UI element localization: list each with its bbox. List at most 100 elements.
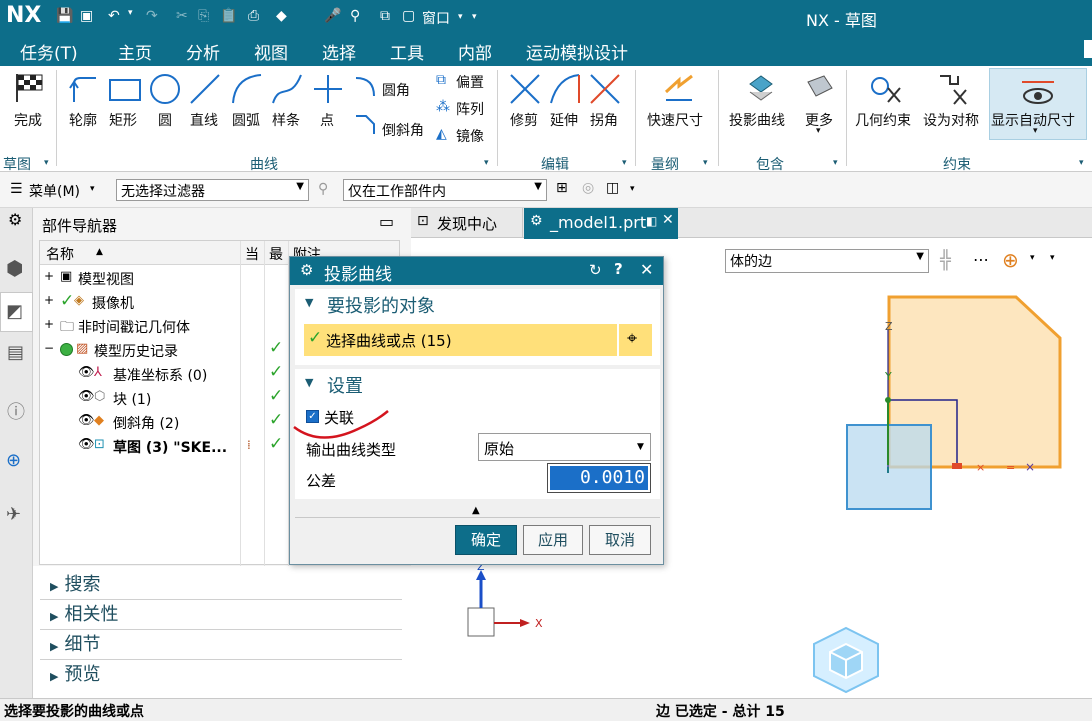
select-body-icon[interactable]: ◎ (582, 180, 594, 196)
tab-motion-simulation[interactable]: 运动模拟设计 (526, 39, 628, 64)
tab-view[interactable]: 视图 (254, 39, 288, 64)
info-icon[interactable]: ⓘ (7, 398, 25, 424)
tab-analysis[interactable]: 分析 (186, 39, 220, 64)
toolbar-options-icon[interactable]: ▾ (1050, 253, 1055, 263)
corner-icon[interactable] (588, 72, 622, 110)
project-curve-icon[interactable] (744, 72, 778, 110)
section-preview[interactable]: ▶ 预览 (40, 660, 402, 690)
point-dialog-button[interactable]: ⌖ (619, 324, 652, 356)
section-settings-header[interactable]: ▼ 设置 (295, 369, 660, 399)
selection-filter-combo[interactable]: 无选择过滤器 ▼ (116, 179, 309, 201)
group-curve-dropdown-icon[interactable]: ▾ (484, 158, 489, 168)
tab-model1-prt[interactable]: ⚙ _model1.prt ◧ ✕ (524, 208, 678, 239)
ribbon-collapse-icon[interactable] (1084, 40, 1092, 58)
rectangle-button[interactable]: 矩形 (109, 110, 137, 130)
collapse-more-icon[interactable]: ▲ (472, 505, 480, 516)
output-type-select[interactable]: 原始 ▼ (478, 433, 651, 461)
rectangle-icon[interactable] (108, 76, 142, 108)
expand-icon[interactable]: + (44, 317, 54, 331)
line-icon[interactable] (188, 72, 222, 110)
circle-icon[interactable] (148, 72, 182, 110)
section-details[interactable]: ▶ 细节 (40, 630, 402, 660)
column-current[interactable]: 当 (245, 244, 259, 264)
select-edge-dropdown-icon[interactable]: ▾ (630, 184, 635, 194)
collapse-icon[interactable]: − (44, 341, 54, 355)
web-browser-icon[interactable]: ⊕ (6, 450, 21, 471)
section-search[interactable]: ▶ 搜索 (40, 570, 402, 600)
layer-icon[interactable]: ◆ (276, 8, 287, 24)
circle-button[interactable]: 圆 (158, 110, 172, 130)
roles-icon[interactable]: ✈ (6, 504, 21, 525)
command-finder-icon[interactable]: ⚲ (350, 8, 360, 24)
help-icon[interactable]: ? (614, 260, 623, 278)
project-curve-button[interactable]: 投影曲线 (729, 110, 785, 130)
point-button[interactable]: 点 (320, 110, 334, 130)
tolerance-input[interactable]: 0.0010 (547, 463, 651, 493)
offset-button[interactable]: 偏置 (456, 72, 484, 92)
undo-icon[interactable]: ↶ (108, 8, 120, 24)
save-all-icon[interactable]: ▣ (80, 8, 93, 24)
geometric-constraint-icon[interactable] (868, 72, 904, 110)
window-icon[interactable]: ▢ (402, 8, 415, 24)
snap-dropdown-icon[interactable]: ▾ (1030, 253, 1035, 263)
section-objects-header[interactable]: ▼ 要投影的对象 (295, 289, 660, 319)
menu-icon[interactable]: ☰ (10, 181, 23, 197)
visibility-eye-icon[interactable]: 👁 (78, 365, 95, 380)
array-button[interactable]: 阵列 (456, 99, 484, 119)
tab-discovery-center[interactable]: ⊡ 发现中心 (411, 208, 523, 238)
more-options-icon[interactable]: ⋯ (973, 250, 989, 269)
finish-button[interactable]: 完成 (14, 110, 42, 130)
settings-gear-icon[interactable]: ⚙ (8, 210, 22, 229)
group-edit-dropdown-icon[interactable]: ▾ (622, 158, 627, 168)
show-auto-dimension-icon[interactable] (1018, 72, 1058, 110)
part-navigator-tab[interactable]: ◩ (0, 292, 33, 332)
select-curve-row[interactable]: ✓ 选择曲线或点 (15) (304, 324, 617, 356)
save-icon[interactable]: 💾 (56, 8, 73, 24)
spline-button[interactable]: 样条 (272, 110, 300, 130)
visibility-eye-icon[interactable]: 👁 (78, 437, 95, 452)
fillet-button[interactable]: 圆角 (382, 80, 410, 100)
microphone-icon[interactable]: 🎤 (324, 8, 341, 24)
trim-button[interactable]: 修剪 (510, 110, 538, 130)
corner-button[interactable]: 拐角 (590, 110, 618, 130)
model-view[interactable]: × = × (830, 290, 1070, 520)
profile-icon[interactable] (68, 72, 102, 110)
array-icon[interactable]: ⁂ (436, 99, 450, 115)
paste-icon[interactable]: 📋 (220, 8, 237, 24)
tab-select[interactable]: 选择 (322, 39, 356, 64)
filter-icon[interactable]: ⚲ (318, 181, 328, 197)
window-menu[interactable]: 窗口 (422, 8, 450, 28)
select-feature-icon[interactable]: ⊞ (556, 180, 568, 196)
edge-filter-combo[interactable]: 体的边 ▼ (725, 249, 929, 273)
group-dimension-dropdown-icon[interactable]: ▾ (703, 158, 708, 168)
fillet-icon[interactable] (352, 74, 380, 104)
chamfer-button[interactable]: 倒斜角 (382, 120, 424, 140)
more-dropdown-icon[interactable]: ▾ (816, 126, 821, 136)
spline-icon[interactable] (270, 72, 304, 110)
sort-ascending-icon[interactable]: ▲ (96, 247, 103, 257)
grid-icon[interactable]: ╬ (940, 250, 951, 271)
group-include-dropdown-icon[interactable]: ▾ (833, 158, 838, 168)
cancel-button[interactable]: 取消 (589, 525, 651, 555)
line-button[interactable]: 直线 (190, 110, 218, 130)
quick-dimension-icon[interactable] (662, 72, 696, 110)
arc-icon[interactable] (230, 72, 264, 110)
window-dropdown-icon[interactable]: ▾ (458, 12, 463, 22)
mirror-button[interactable]: 镜像 (456, 126, 484, 146)
extend-button[interactable]: 延伸 (550, 110, 578, 130)
extend-icon[interactable] (548, 72, 582, 110)
geometric-constraint-button[interactable]: 几何约束 (855, 110, 911, 130)
window-switch-icon[interactable]: ⧉ (380, 8, 390, 24)
expand-icon[interactable]: + (44, 269, 54, 283)
chamfer-icon[interactable] (352, 112, 380, 142)
show-auto-dimension-dropdown-icon[interactable]: ▾ (1033, 126, 1038, 136)
copy-icon[interactable]: ⎘ (198, 8, 209, 24)
group-constraints-dropdown-icon[interactable]: ▾ (1079, 158, 1084, 168)
visibility-eye-icon[interactable]: 👁 (78, 389, 95, 404)
reuse-library-icon[interactable]: ▤ (7, 342, 24, 363)
expand-icon[interactable]: + (44, 293, 54, 307)
undo-dropdown-icon[interactable]: ▾ (128, 8, 133, 18)
finish-flag-icon[interactable] (13, 72, 45, 108)
select-edge-icon[interactable]: ◫ (606, 180, 619, 196)
mirror-icon[interactable]: ◭ (436, 126, 447, 142)
